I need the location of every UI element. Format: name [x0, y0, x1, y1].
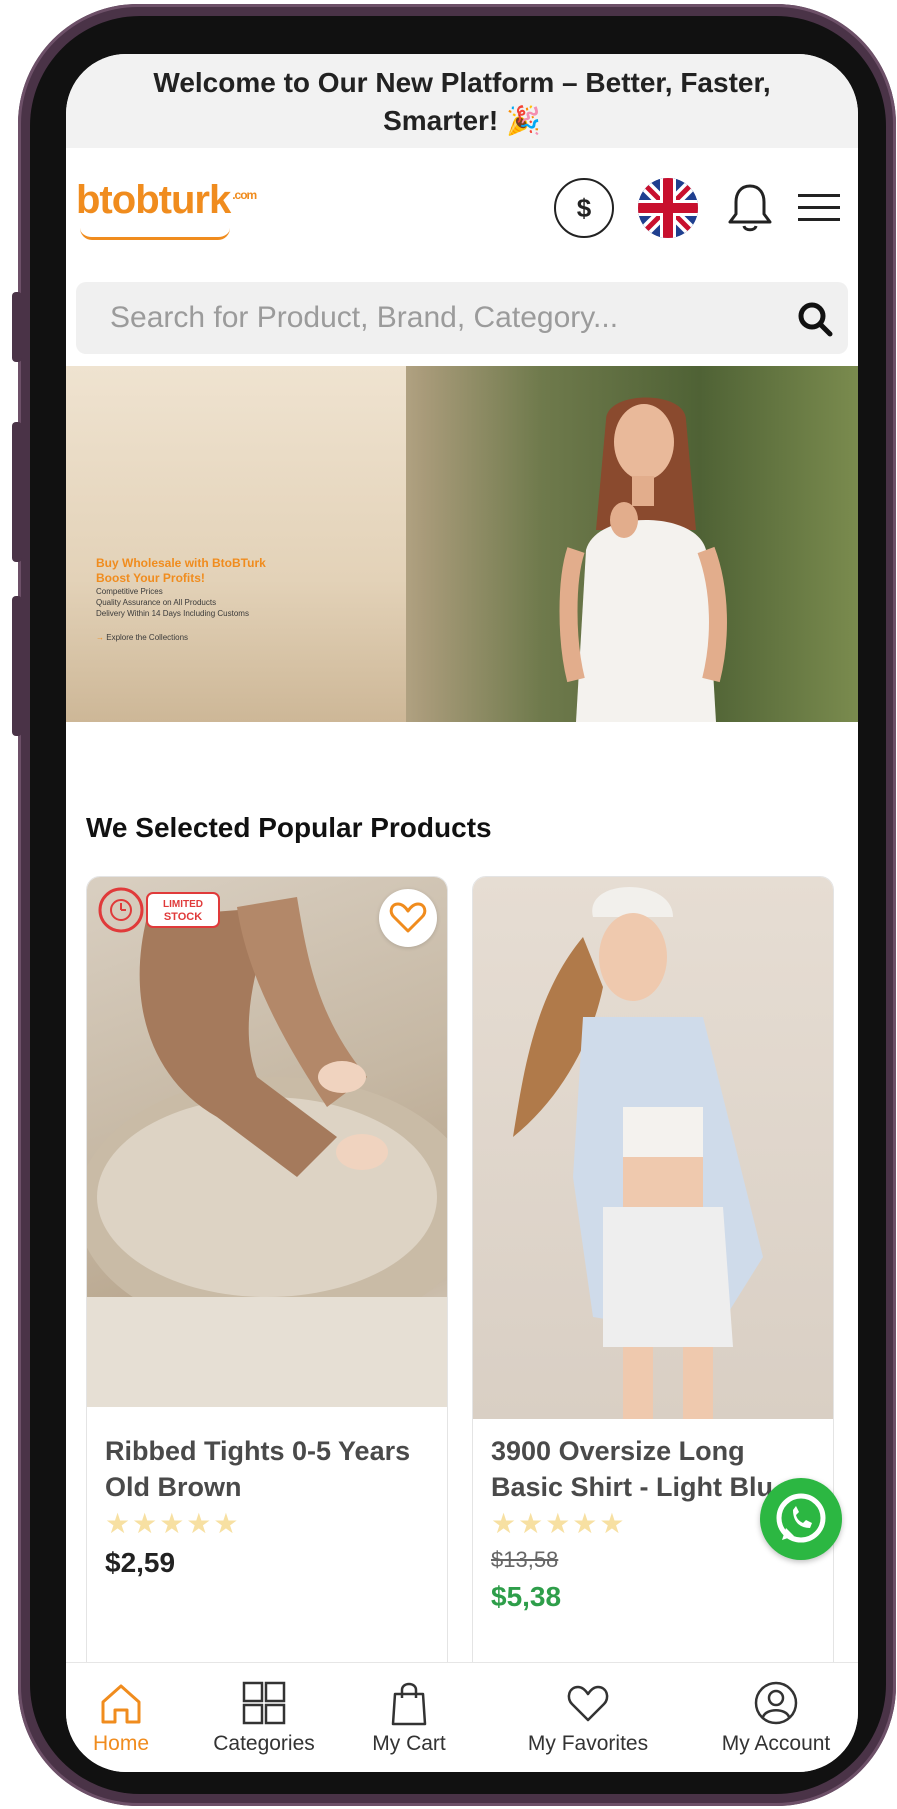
notifications-button[interactable] — [726, 182, 774, 234]
uk-flag-icon — [638, 178, 698, 238]
nav-favorites[interactable]: My Favorites — [498, 1673, 678, 1763]
search-bar — [76, 282, 848, 354]
bell-icon — [728, 184, 772, 232]
app-screen: Welcome to Our New Platform – Better, Fa… — [66, 54, 858, 1772]
logo-text: btobturk — [76, 178, 231, 222]
nav-categories-label: Categories — [213, 1732, 315, 1755]
phone-mute-switch — [12, 292, 22, 362]
hamburger-icon — [798, 194, 840, 221]
menu-button[interactable] — [796, 186, 842, 230]
product-name-line-1[interactable]: Ribbed Tights 0-5 Years — [105, 1433, 435, 1469]
heart-icon — [389, 902, 427, 933]
currency-button[interactable]: $ — [554, 178, 614, 238]
product-image — [473, 877, 833, 1419]
brand-logo[interactable]: btobturk .com — [76, 178, 257, 223]
app-header: btobturk .com $ — [66, 148, 858, 260]
home-icon — [101, 1684, 141, 1724]
hero-cta-label: Explore the Collections — [106, 633, 189, 642]
limited-stock-badge: LIMITED STOCK — [98, 887, 220, 933]
nav-home[interactable]: Home — [76, 1673, 166, 1763]
nav-categories[interactable]: Categories — [196, 1673, 332, 1763]
nav-favorites-label: My Favorites — [527, 1732, 649, 1755]
product-name-line-2[interactable]: Old Brown — [105, 1469, 435, 1505]
favorite-button[interactable] — [379, 889, 437, 947]
product-name-line-1[interactable]: 3900 Oversize Long — [491, 1433, 821, 1469]
search-icon[interactable] — [796, 300, 834, 338]
heart-icon — [567, 1685, 609, 1722]
hero-banner[interactable]: Buy Wholesale with BtoBTurk Boost Your P… — [66, 366, 858, 722]
whatsapp-chat-button[interactable] — [760, 1478, 842, 1560]
nav-cart[interactable]: My Cart — [354, 1673, 464, 1763]
user-icon — [754, 1681, 798, 1725]
announcement-bar: Welcome to Our New Platform – Better, Fa… — [66, 54, 858, 148]
hero-background-wall — [66, 366, 406, 722]
model-photo — [513, 887, 763, 1419]
phone-volume-up — [12, 422, 22, 562]
language-button[interactable] — [638, 178, 698, 238]
product-info: Ribbed Tights 0-5 Years Old Brown ★★★★★ … — [105, 1433, 435, 1579]
section-title: We Selected Popular Products — [86, 812, 492, 843]
baby-photo — [87, 897, 447, 1407]
product-price: $2,59 — [105, 1547, 176, 1578]
phone-volume-down — [12, 596, 22, 736]
nav-home-label: Home — [92, 1732, 150, 1755]
search-input[interactable] — [76, 282, 776, 354]
badge-line-1: LIMITED — [163, 899, 203, 910]
hero-bullet: Delivery Within 14 Days Including Custom… — [96, 609, 249, 618]
arrow-right-icon: → — [96, 633, 107, 642]
product-card[interactable]: 3900 Oversize Long Basic Shirt - Light B… — [472, 876, 834, 1706]
nav-cart-label: My Cart — [372, 1732, 446, 1755]
hero-headline-2: Boost Your Profits! — [96, 571, 205, 585]
bottom-navigation: Home Categories My Cart My Favorites My … — [66, 1662, 858, 1772]
shopping-bag-icon — [391, 1682, 427, 1726]
announcement-line-1: Welcome to Our New Platform – Better, Fa… — [153, 67, 771, 98]
nav-account-label: My Account — [721, 1732, 831, 1755]
sale-price: $5,38 — [491, 1581, 562, 1612]
logo-suffix: .com — [232, 187, 257, 202]
hero-bullet: Competitive Prices — [96, 587, 163, 596]
nav-account[interactable]: My Account — [696, 1673, 856, 1763]
whatsapp-icon — [776, 1493, 826, 1543]
rating-stars: ★★★★★ — [105, 1508, 241, 1539]
product-image — [87, 877, 447, 1407]
hero-text-block: Buy Wholesale with BtoBTurk Boost Your P… — [96, 556, 396, 642]
party-popper-icon: 🎉 — [506, 105, 541, 136]
dollar-icon: $ — [576, 193, 592, 223]
grid-icon — [242, 1681, 286, 1725]
announcement-line-2: Smarter! — [383, 105, 499, 136]
hero-model-image — [559, 397, 727, 722]
hero-cta-link[interactable]: → Explore the Collections — [96, 633, 396, 642]
logo-swoosh — [80, 228, 230, 240]
badge-line-2: STOCK — [164, 911, 202, 923]
product-card[interactable]: LIMITED STOCK Ribbed Tights 0-5 Years Ol… — [86, 876, 448, 1706]
hero-headline-1: Buy Wholesale with BtoBTurk — [96, 556, 266, 570]
hero-bullet: Quality Assurance on All Products — [96, 598, 217, 607]
